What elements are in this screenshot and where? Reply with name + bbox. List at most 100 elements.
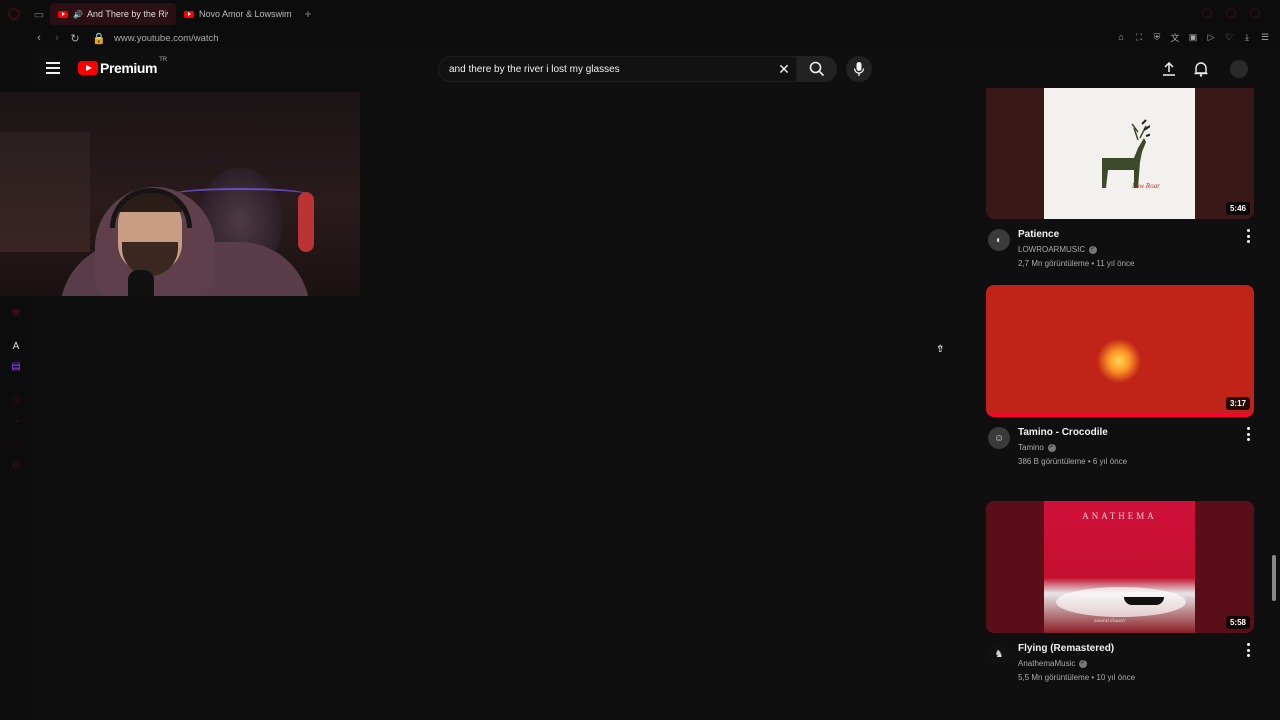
heart-icon[interactable]: ♡ (1222, 30, 1236, 44)
forward-icon[interactable]: › (48, 29, 66, 47)
back-icon[interactable]: ‹ (30, 29, 48, 47)
video-thumbnail[interactable]: Low Roar 5:46 (986, 88, 1254, 219)
shield-icon[interactable]: ⛨ (1150, 30, 1164, 44)
voice-search-button[interactable] (846, 56, 872, 82)
address-bar: ‹ › ↻ 🔒 www.youtube.com/watch ⌂ ⛶ ⛨ 文 ▣ … (0, 28, 1280, 48)
menu-icon[interactable]: ☰ (1258, 30, 1272, 44)
webcam-shelf (0, 132, 90, 252)
upload-icon (1163, 62, 1175, 76)
more-options-icon[interactable] (1244, 643, 1252, 657)
youtube-logo[interactable]: Premium TR (78, 57, 168, 76)
account-avatar[interactable] (1230, 60, 1248, 78)
window-controls (1202, 8, 1260, 18)
channel-name[interactable]: LOWROARMUSIC (1018, 245, 1098, 254)
video-stats: 386 B görüntüleme • 6 yıl önce (1018, 457, 1128, 466)
mouse-cursor-icon: ⇮ (936, 344, 945, 355)
downloads-icon[interactable]: ⤓ (1240, 30, 1254, 44)
more-options-icon[interactable] (1244, 229, 1252, 243)
verified-icon (1047, 443, 1056, 452)
youtube-favicon-icon (184, 10, 194, 18)
lake-illustration (1056, 587, 1186, 617)
thumbnail-subtext: natural disaster (1094, 619, 1126, 624)
notifications-button[interactable] (1192, 60, 1210, 78)
video-stats: 5,5 Mn görüntüleme • 10 yıl önce (1018, 673, 1136, 682)
sidebar-youtube-icon[interactable]: ▣ (10, 306, 22, 318)
channel-avatar[interactable]: ☺ (988, 427, 1010, 449)
video-card[interactable]: ANATHEMA natural disaster 5:58 ♞ Flying … (986, 501, 1254, 691)
maximize-button[interactable] (1226, 8, 1236, 18)
channel-name-text: AnathemaMusic (1018, 659, 1076, 668)
browser-tab-bar: ▭ 🔊 And There by the Rive Novo Amor & Lo… (0, 0, 1280, 28)
video-meta: ♞ Flying (Remastered) AnathemaMusic 5,5 … (986, 633, 1254, 691)
tab-label: And There by the Rive (86, 9, 168, 19)
sidebar-aria-icon[interactable]: A (10, 340, 22, 352)
video-card[interactable]: Low Roar 5:46 ◐ Patience LOWROARMUSIC 2,… (986, 88, 1254, 277)
tab-active[interactable]: 🔊 And There by the Rive (50, 3, 176, 25)
verified-icon (1089, 245, 1098, 254)
logo-text: Premium (100, 60, 158, 76)
more-options-icon[interactable] (1244, 427, 1252, 441)
youtube-play-icon (78, 61, 98, 75)
thumbnail-text: Low Roar (1132, 182, 1160, 190)
verified-icon (1079, 659, 1088, 668)
speaker-icon[interactable]: 🔊 (73, 10, 83, 19)
upload-button[interactable] (1160, 60, 1178, 78)
video-duration: 3:17 (1225, 397, 1250, 410)
search-button[interactable] (797, 56, 837, 82)
webcam-microphone (128, 270, 154, 296)
bookmark-icon[interactable]: ⌂ (1114, 30, 1128, 44)
channel-name-text: LOWROARMUSIC (1018, 245, 1086, 254)
hamburger-menu-icon[interactable] (46, 62, 60, 74)
reload-icon[interactable]: ↻ (66, 29, 84, 47)
video-duration: 5:58 (1225, 616, 1250, 629)
search-icon (809, 61, 825, 77)
new-tab-button[interactable]: + (300, 6, 316, 22)
channel-name-text: Tamino (1018, 443, 1044, 452)
tab-label: Novo Amor & Lowswimme (199, 9, 292, 19)
sidebar-clock-icon[interactable]: ◔ (10, 416, 22, 428)
player-icon[interactable]: ▷ (1204, 30, 1218, 44)
bell-icon (1194, 62, 1208, 77)
lock-icon[interactable]: 🔒 (90, 29, 108, 47)
tab-islands-icon[interactable]: ▭ (28, 5, 50, 23)
video-thumbnail[interactable]: 3:17 (986, 285, 1254, 417)
video-title[interactable]: Tamino - Crocodile (1018, 427, 1108, 438)
channel-avatar[interactable]: ◐ (988, 229, 1010, 251)
channel-name[interactable]: AnathemaMusic (1018, 659, 1088, 668)
clear-search-icon[interactable]: ✕ (776, 61, 792, 77)
opera-logo[interactable] (0, 0, 28, 28)
sidebar-twitch-icon[interactable]: ▤ (10, 360, 22, 372)
channel-name[interactable]: Tamino (1018, 443, 1056, 452)
webcam-guitar (298, 192, 314, 252)
microphone-icon (853, 62, 865, 76)
video-title[interactable]: Flying (Remastered) (1018, 643, 1114, 654)
extensions-icon[interactable]: ▣ (1186, 30, 1200, 44)
country-code: TR (159, 57, 168, 63)
video-meta: ◐ Patience LOWROARMUSIC 2,7 Mn görüntüle… (986, 219, 1254, 277)
thumbnail-text: ANATHEMA (1082, 511, 1157, 521)
tab-inactive[interactable]: Novo Amor & Lowswimme (176, 3, 300, 25)
youtube-favicon-icon (58, 10, 68, 18)
video-stats: 2,7 Mn görüntüleme • 11 yıl önce (1018, 259, 1135, 268)
sidebar-history-icon[interactable]: ◷ (10, 394, 22, 406)
translate-icon[interactable]: 文 (1168, 30, 1182, 44)
search-input[interactable]: and there by the river i lost my glasses (438, 56, 797, 82)
video-title[interactable]: Patience (1018, 229, 1059, 240)
minimize-button[interactable] (1202, 8, 1212, 18)
snapshot-icon[interactable]: ⛶ (1132, 30, 1146, 44)
channel-avatar[interactable]: ♞ (988, 643, 1010, 665)
sidebar-settings-icon[interactable]: ⚙ (10, 460, 22, 472)
video-card[interactable]: 3:17 ☺ Tamino - Crocodile Tamino 386 B g… (986, 285, 1254, 475)
scrollbar[interactable] (1272, 555, 1276, 601)
sidebar-heart-icon[interactable]: ♡ (10, 438, 22, 450)
video-thumbnail[interactable]: ANATHEMA natural disaster 5:58 (986, 501, 1254, 633)
video-duration: 5:46 (1225, 202, 1250, 215)
close-window-button[interactable] (1250, 8, 1260, 18)
youtube-header: Premium TR and there by the river i lost… (32, 48, 1280, 90)
boat-illustration (1124, 597, 1164, 605)
search-query: and there by the river i lost my glasses (449, 63, 620, 75)
url-field[interactable]: www.youtube.com/watch (114, 33, 219, 44)
video-meta: ☺ Tamino - Crocodile Tamino 386 B görünt… (986, 417, 1254, 475)
address-bar-actions: ⌂ ⛶ ⛨ 文 ▣ ▷ ♡ ⤓ ☰ (1114, 30, 1272, 44)
webcam-overlay (0, 92, 360, 296)
